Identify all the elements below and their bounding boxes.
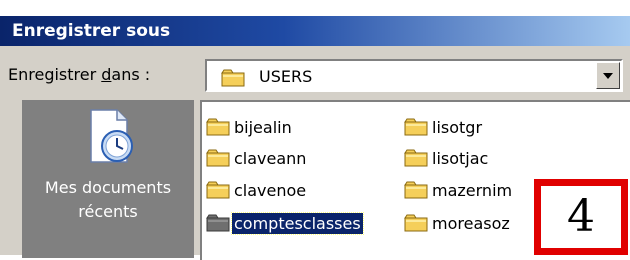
title-bar[interactable]: Enregistrer sous [0,16,630,46]
chevron-down-icon [603,73,613,79]
recent-documents-icon [90,109,133,163]
item-label: clavenoe [234,180,307,200]
item-label: claveann [234,148,307,168]
place-label-line1: Mes documents [44,178,172,197]
folder-icon [206,213,232,233]
item-label: comptesclasses [231,211,364,235]
item-label: bijealin [234,117,292,137]
list-item[interactable]: mazernim [404,177,514,203]
folder-icon [404,213,430,233]
folder-icon [206,117,232,137]
folder-icon [221,68,247,88]
folder-icon [404,117,430,137]
save-in-value: USERS [259,67,313,86]
places-bar: Mes documents récents [22,100,194,258]
step-number-annotation: 4 [534,179,628,255]
item-label: moreasoz [432,213,510,233]
save-in-label: Enregistrer dans : [8,65,150,84]
window-title: Enregistrer sous [12,21,171,41]
list-item[interactable]: claveann [206,145,308,171]
list-item[interactable]: clavenoe [206,177,308,203]
list-item-selected[interactable]: comptesclasses [206,210,364,236]
save-in-combobox[interactable]: USERS [205,59,623,92]
folder-icon [404,180,430,200]
item-label: mazernim [432,180,513,200]
list-item[interactable]: bijealin [206,114,294,140]
folder-icon [206,180,232,200]
item-label: lisotgr [432,117,483,137]
place-label-line2: récents [78,202,138,221]
folder-icon [206,148,232,168]
dropdown-button[interactable] [596,62,620,89]
place-recent-documents[interactable]: Mes documents récents [22,100,194,240]
item-label: lisotjac [432,148,489,168]
list-item[interactable]: lisotgr [404,114,484,140]
step-number: 4 [567,191,595,242]
save-in-label-text: Enregistrer dans : [8,65,151,84]
list-item[interactable]: moreasoz [404,210,512,236]
folder-icon [404,148,430,168]
list-item[interactable]: lisotjac [404,145,490,171]
